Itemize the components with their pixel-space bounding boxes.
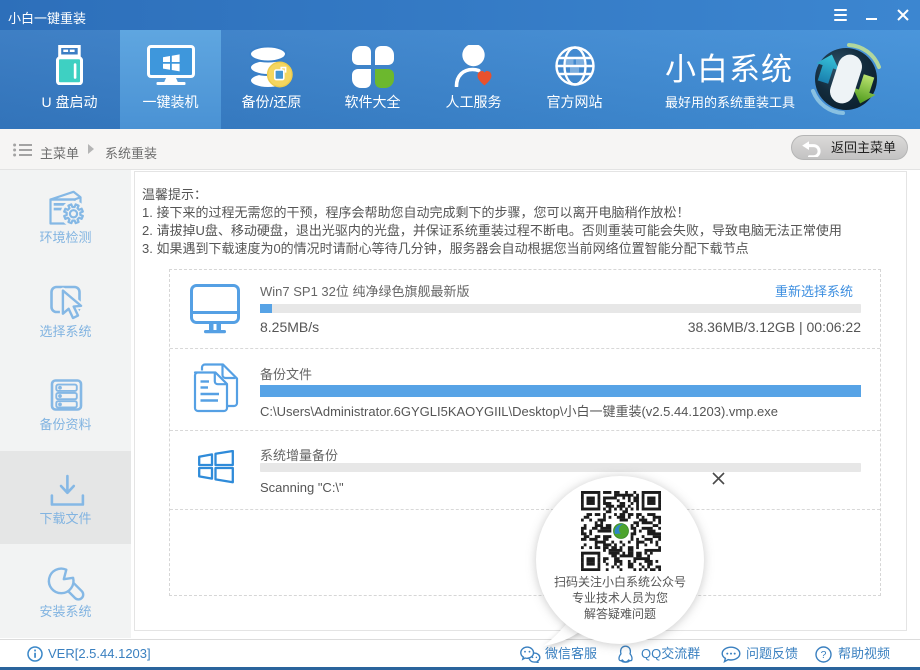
svg-text:?: ? xyxy=(821,649,827,661)
